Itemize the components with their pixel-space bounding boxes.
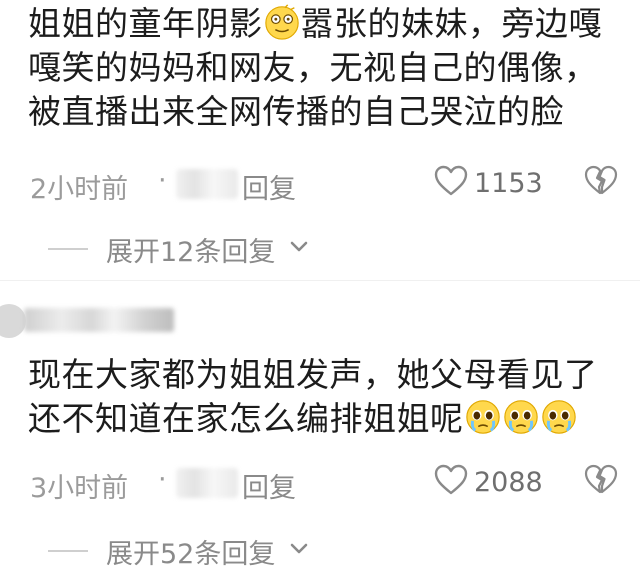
broken-heart-outline-icon[interactable] bbox=[583, 163, 619, 199]
expand-replies-label: 展开12条回复 bbox=[106, 237, 276, 268]
dizzy-face-emoji bbox=[264, 3, 299, 40]
comment-meta: 3小时前 · 回复 2088 bbox=[30, 462, 630, 505]
blurred-location bbox=[176, 468, 238, 498]
comment-text: 姐姐的童年阴影 嚣张的妹妹，旁边嘎嘎笑的妈妈和网友，无视自己的偶像，被直播出来全网… bbox=[28, 2, 628, 134]
comment-text-part1: 姐姐的童年阴影 bbox=[28, 4, 263, 43]
broken-heart-outline-icon[interactable] bbox=[583, 462, 619, 498]
reply-button[interactable]: 回复 bbox=[242, 167, 296, 206]
expand-divider-line bbox=[48, 248, 88, 250]
comment-meta: 2小时前 · 回复 1153 bbox=[30, 163, 630, 206]
comment-time: 2小时前 bbox=[30, 174, 129, 205]
meta-separator: · bbox=[158, 165, 167, 196]
expand-divider-line bbox=[48, 550, 88, 552]
heart-outline-icon[interactable] bbox=[433, 462, 469, 498]
expand-replies-label: 展开52条回复 bbox=[106, 539, 276, 570]
comment-divider bbox=[0, 280, 640, 281]
pleading-face-emoji bbox=[503, 399, 538, 434]
pleading-face-emoji bbox=[465, 399, 500, 434]
meta-separator: · bbox=[158, 464, 167, 495]
like-count: 1153 bbox=[474, 168, 543, 199]
like-count: 2088 bbox=[474, 467, 543, 498]
pleading-face-emoji bbox=[541, 399, 576, 434]
chevron-down-icon bbox=[290, 241, 308, 252]
comment-text: 现在大家都为姐姐发声，她父母看见了还不知道在家怎么编排姐姐呢 bbox=[28, 353, 628, 441]
chevron-down-icon bbox=[290, 543, 308, 554]
avatar[interactable] bbox=[0, 304, 26, 338]
heart-outline-icon[interactable] bbox=[433, 163, 469, 199]
reply-button[interactable]: 回复 bbox=[242, 466, 296, 505]
blurred-location bbox=[176, 169, 238, 199]
comment-time: 3小时前 bbox=[30, 473, 129, 504]
blurred-username bbox=[24, 308, 174, 332]
comment-user-row bbox=[0, 300, 640, 342]
